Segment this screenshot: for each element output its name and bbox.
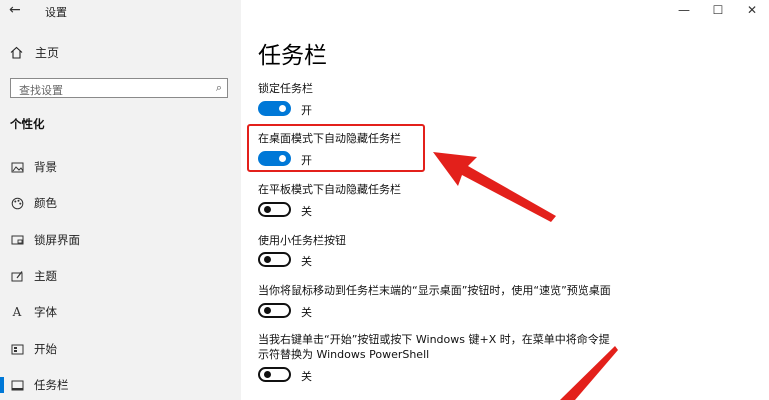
annotation-arrow-upper <box>433 152 556 222</box>
annotation-arrow-lower <box>560 346 618 400</box>
annotation-arrows <box>433 152 618 400</box>
